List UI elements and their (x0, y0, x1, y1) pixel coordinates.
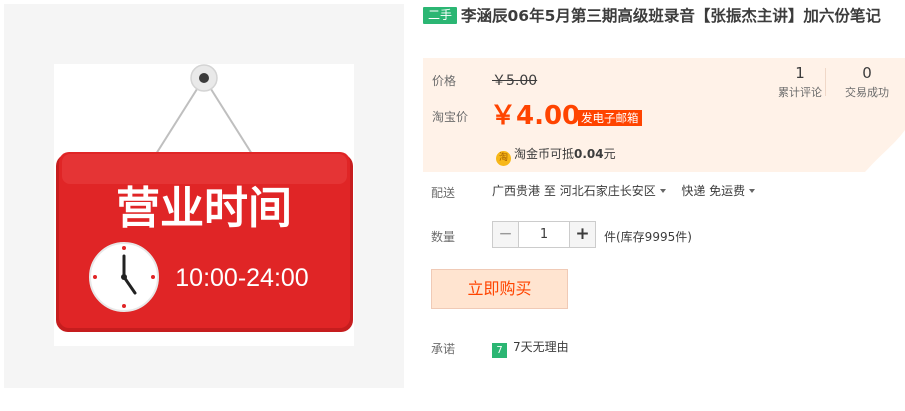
current-price: ￥4.00 (490, 101, 581, 131)
coin-discount: 淘淘金币可抵0.04元 (496, 146, 616, 166)
original-price: ￥5.00 (492, 73, 538, 89)
deals-count: 0 (862, 64, 872, 82)
coin-text: 淘金币可抵 (514, 147, 575, 161)
return-policy-text: 7天无理由 (513, 340, 569, 354)
chevron-down-icon (659, 189, 666, 193)
reviews-stat[interactable]: 1 累计评论 (775, 64, 825, 101)
coin-suffix: 元 (603, 147, 616, 161)
ship-from: 广西贵港 (492, 184, 541, 198)
stock-info: 件(库存9995件) (604, 230, 692, 244)
product-image[interactable]: 营业时间 10:00-24:00 (4, 4, 404, 388)
coin-icon: 淘 (496, 151, 511, 166)
seven-day-return-icon: 7 (492, 343, 507, 358)
email-delivery-badge: 发电子邮箱 (578, 110, 642, 126)
return-policy[interactable]: 7 7天无理由 (492, 339, 569, 358)
delivery-info: 广西贵港 至 河北石家庄长安区 快递 免运费 (492, 183, 756, 199)
product-title: 二手 李涵辰06年5月第三期高级班录音【张振杰主讲】加六份笔记 (423, 5, 893, 28)
delivery-label: 配送 (431, 186, 456, 200)
reviews-count: 1 (795, 64, 805, 82)
promise-label: 承诺 (431, 342, 456, 356)
product-title-text: 李涵辰06年5月第三期高级班录音【张振杰主讲】加六份笔记 (461, 7, 881, 25)
buy-now-button[interactable]: 立即购买 (431, 269, 568, 309)
destination-text: 河北石家庄长安区 (559, 184, 656, 198)
quantity-input[interactable]: 1 (519, 221, 569, 248)
promo-price-label: 淘宝价 (432, 110, 469, 124)
shipping-method-select[interactable]: 快递 免运费 (681, 184, 756, 198)
coin-amount: 0.04 (574, 147, 604, 161)
chevron-down-icon (749, 189, 756, 193)
shipping-method-text: 快递 免运费 (681, 184, 746, 198)
stat-divider (825, 68, 826, 96)
price-label: 价格 (432, 74, 457, 88)
deals-label: 交易成功 (845, 86, 889, 99)
destination-select[interactable]: 河北石家庄长安区 (560, 184, 666, 198)
reviews-label: 累计评论 (778, 86, 822, 99)
price-panel: 价格 ￥5.00 淘宝价 ￥4.00 发电子邮箱 1 累计评论 0 交易成功 淘… (423, 58, 905, 172)
quantity-label: 数量 (431, 230, 456, 244)
decrease-button[interactable]: − (492, 221, 519, 248)
ship-to-word: 至 (543, 184, 556, 198)
deals-stat: 0 交易成功 (841, 64, 893, 101)
increase-button[interactable]: + (569, 221, 596, 248)
condition-tag: 二手 (423, 7, 458, 24)
sign-title: 营业时间 (116, 183, 292, 234)
business-hours-sign-image: 营业时间 10:00-24:00 (54, 64, 354, 346)
panel-corner-decoration (865, 130, 905, 172)
sign-hours: 10:00-24:00 (175, 264, 308, 292)
